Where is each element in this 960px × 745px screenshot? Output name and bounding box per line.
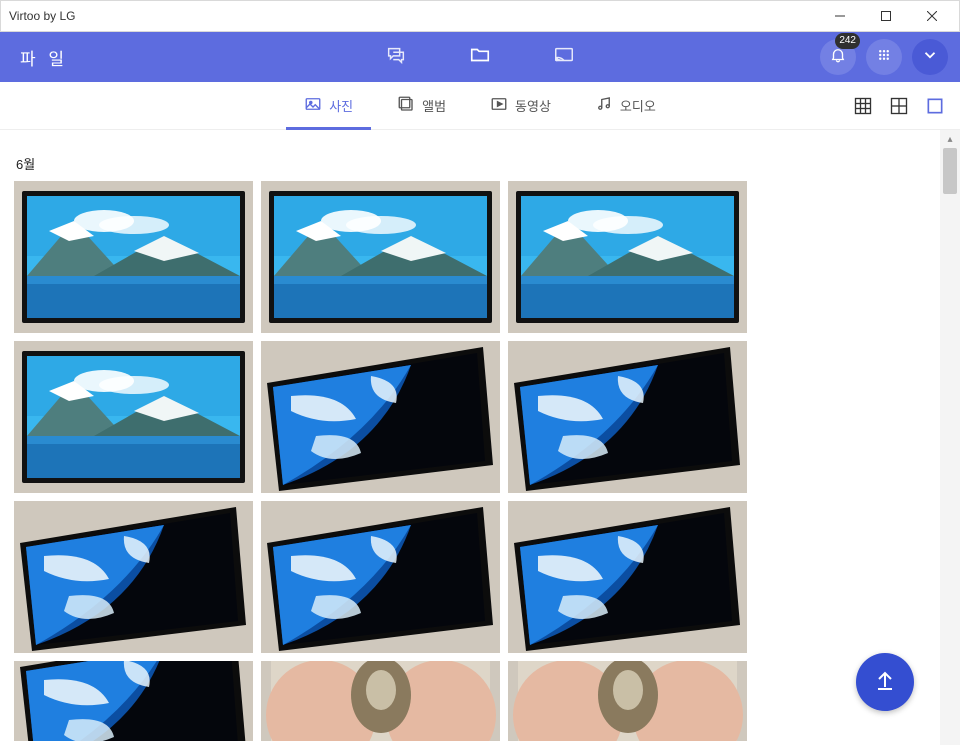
subtab-label: 동영상 [515,96,551,115]
banner-right-cluster: 242 [820,39,948,75]
tab-messages[interactable] [373,32,419,82]
photo-thumb[interactable] [14,341,253,493]
view-grid-3x3[interactable] [852,95,874,117]
photo-thumb[interactable] [261,501,500,653]
photo-icon [304,95,322,116]
video-icon [490,95,508,116]
photo-thumb[interactable] [14,661,253,741]
subtab-photo[interactable]: 사진 [304,82,353,129]
photo-thumb[interactable] [261,341,500,493]
subtab-audio[interactable]: 오디오 [595,82,656,129]
photo-thumb[interactable] [508,661,747,741]
subtab-label: 앨범 [422,96,446,115]
main-banner: 파 일 [0,32,960,82]
chevron-down-icon [921,46,939,69]
upload-fab[interactable] [856,653,914,711]
top-nav-tabs [373,32,587,82]
cast-icon [553,44,575,71]
subtab-video[interactable]: 동영상 [490,82,551,129]
chat-icon [385,44,407,71]
subtab-label: 오디오 [620,96,656,115]
tab-files[interactable] [457,32,503,82]
notifications-button[interactable]: 242 [820,39,856,75]
subtab-label: 사진 [329,96,353,115]
content-area: 6월 [0,130,960,745]
view-grid-1[interactable] [924,95,946,117]
titlebar: Virtoo by LG [0,0,960,32]
minimize-button[interactable] [817,1,863,31]
dialpad-icon [875,46,893,69]
expand-button[interactable] [912,39,948,75]
upload-icon [873,668,897,697]
view-controls [852,82,946,129]
photo-thumb[interactable] [261,181,500,333]
dialpad-button[interactable] [866,39,902,75]
photo-thumb[interactable] [508,501,747,653]
tab-mirror[interactable] [541,32,587,82]
month-header: 6월 [16,154,946,173]
photo-thumb[interactable] [261,661,500,741]
photo-thumb[interactable] [508,341,747,493]
photo-thumb[interactable] [14,501,253,653]
maximize-button[interactable] [863,1,909,31]
photo-thumb[interactable] [14,181,253,333]
notifications-badge: 242 [835,33,860,49]
media-subtabs: 사진 앨범 동영상 오디오 [0,82,960,130]
audio-icon [595,95,613,116]
photo-thumb[interactable] [508,181,747,333]
close-button[interactable] [909,1,955,31]
photo-grid [14,181,946,741]
album-icon [397,95,415,116]
window-title: Virtoo by LG [9,9,75,23]
view-grid-2x2[interactable] [888,95,910,117]
folder-icon [469,44,491,71]
page-title: 파 일 [20,45,68,70]
subtab-album[interactable]: 앨범 [397,82,446,129]
